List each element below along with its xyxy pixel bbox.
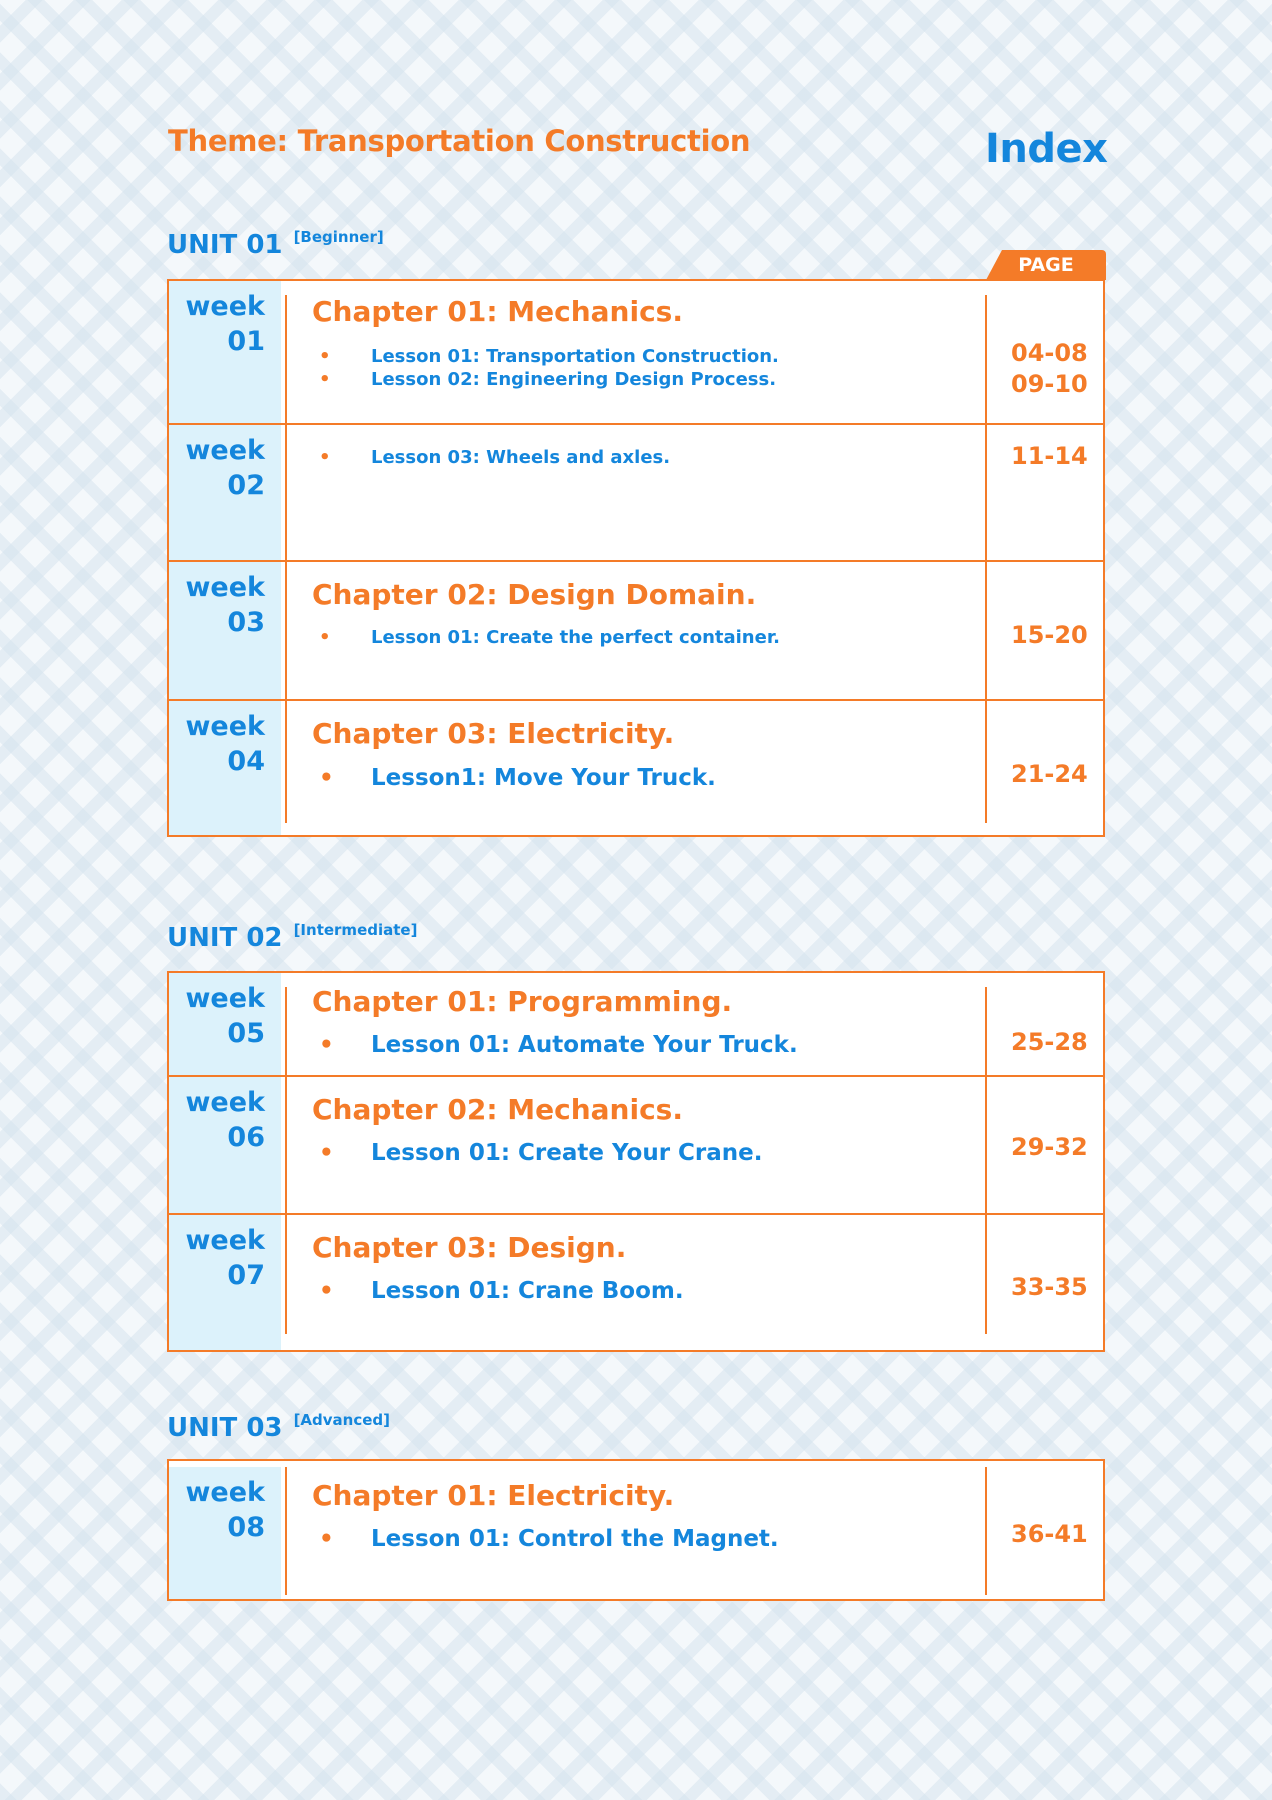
page-range: 33-35 (1011, 1273, 1088, 1301)
table-row: week 01 Chapter 01: Mechanics. Lesson 01:… (169, 281, 1103, 423)
chapter-title: Chapter 01: Mechanics. (312, 295, 683, 328)
chapter-title: Chapter 01: Programming. (312, 985, 733, 1018)
week-number: 05 (227, 1018, 265, 1049)
week-label: week (185, 291, 265, 322)
chapter-title: Chapter 01: Electricity. (312, 1479, 675, 1512)
week-label: week (185, 983, 265, 1014)
column-divider (985, 987, 987, 1075)
unit-table: week 01 Chapter 01: Mechanics. Lesson 01:… (167, 279, 1105, 837)
lesson-list: Lesson 01: Crane Boom. (319, 1276, 684, 1306)
week-number: 02 (227, 470, 265, 501)
page-range: 15-20 (1011, 621, 1088, 649)
column-divider (285, 295, 287, 423)
table-row: week 05 Chapter 01: Programming. Lesson 0… (169, 973, 1103, 1075)
page-range: 36-41 (1011, 1520, 1088, 1548)
table-row: week 06 Chapter 02: Mechanics. Lesson 01:… (169, 1075, 1103, 1213)
column-divider (285, 701, 287, 823)
table-row: week 03 Chapter 02: Design Domain. Lesson… (169, 560, 1103, 699)
lesson-item: Lesson 03: Wheels and axles. (319, 446, 670, 469)
unit-level: [Intermediate] (293, 921, 418, 939)
lesson-item: Lesson 01: Control the Magnet. (319, 1524, 779, 1554)
lesson-list: Lesson 01: Automate Your Truck. (319, 1030, 798, 1060)
lesson-list: Lesson1: Move Your Truck. (319, 763, 716, 793)
table-row: week 02 Lesson 03: Wheels and axles. 11-1… (169, 423, 1103, 560)
week-number: 04 (227, 746, 265, 777)
theme-title: Theme: Transportation Construction (168, 124, 751, 158)
unit-title: UNIT 03 [Advanced] (167, 1411, 391, 1443)
page-range: 04-08 09-10 (1011, 338, 1088, 400)
lesson-item: Lesson 01: Crane Boom. (319, 1276, 684, 1306)
column-divider (285, 1467, 287, 1595)
table-row: week 07 Chapter 03: Design. Lesson 01: Cr… (169, 1213, 1103, 1350)
week-number: 03 (227, 607, 265, 638)
table-row: week 04 Chapter 03: Electricity. Lesson1:… (169, 699, 1103, 835)
week-number: 01 (227, 326, 265, 357)
unit-name: UNIT 03 (167, 1413, 283, 1443)
unit-name: UNIT 01 (167, 230, 283, 260)
week-number: 07 (227, 1260, 265, 1291)
table-row: week 08 Chapter 01: Electricity. Lesson 0… (169, 1461, 1103, 1599)
unit-table: week 05 Chapter 01: Programming. Lesson 0… (167, 971, 1105, 1352)
page-range-text: 09-10 (1011, 370, 1088, 398)
chapter-title: Chapter 02: Design Domain. (312, 578, 757, 611)
column-divider (285, 987, 287, 1075)
column-divider (285, 425, 287, 560)
page-range: 11-14 (1011, 442, 1088, 470)
unit-level: [Beginner] (293, 228, 384, 246)
lesson-list: Lesson 01: Create Your Crane. (319, 1138, 763, 1168)
week-cell: week 01 (169, 281, 281, 423)
week-label: week (185, 572, 265, 603)
column-divider (985, 562, 987, 699)
lesson-list: Lesson 03: Wheels and axles. (319, 446, 670, 469)
column-divider (985, 701, 987, 823)
week-cell: week 04 (169, 701, 281, 835)
column-divider (985, 1077, 987, 1213)
week-cell: week 02 (169, 425, 281, 560)
column-divider (985, 1467, 987, 1595)
page-range: 29-32 (1011, 1133, 1088, 1161)
page-range: 21-24 (1011, 760, 1088, 788)
unit-title: UNIT 02 [Intermediate] (167, 921, 418, 953)
column-divider (285, 1077, 287, 1213)
index-title: Index (985, 126, 1108, 172)
week-cell: week 05 (169, 973, 281, 1075)
lesson-item: Lesson 01: Automate Your Truck. (319, 1030, 798, 1060)
page-column-tab: PAGE (986, 250, 1106, 280)
lesson-list: Lesson 01: Control the Magnet. (319, 1524, 779, 1554)
column-divider (285, 562, 287, 699)
page-range: 25-28 (1011, 1028, 1088, 1056)
week-label: week (185, 1225, 265, 1256)
week-label: week (185, 1477, 265, 1508)
chapter-title: Chapter 02: Mechanics. (312, 1093, 683, 1126)
week-label: week (185, 711, 265, 742)
unit-table: week 08 Chapter 01: Electricity. Lesson 0… (167, 1459, 1105, 1601)
week-cell: week 08 (169, 1467, 281, 1599)
column-divider (985, 425, 987, 560)
week-cell: week 03 (169, 562, 281, 699)
unit-title: UNIT 01 [Beginner] (167, 228, 384, 260)
page-range-text: 04-08 (1011, 339, 1088, 367)
lesson-item: Lesson 01: Transportation Construction. (319, 345, 779, 368)
lesson-item: Lesson 01: Create Your Crane. (319, 1138, 763, 1168)
week-number: 08 (227, 1512, 265, 1543)
week-cell: week 06 (169, 1077, 281, 1213)
chapter-title: Chapter 03: Electricity. (312, 717, 675, 750)
week-label: week (185, 1087, 265, 1118)
lesson-list: Lesson 01: Transportation Construction. … (319, 345, 779, 391)
column-divider (985, 1215, 987, 1334)
week-number: 06 (227, 1122, 265, 1153)
lesson-list: Lesson 01: Create the perfect container. (319, 626, 780, 649)
column-divider (985, 295, 987, 423)
week-cell: week 07 (169, 1215, 281, 1350)
lesson-item: Lesson 01: Create the perfect container. (319, 626, 780, 649)
lesson-item: Lesson 02: Engineering Design Process. (319, 368, 779, 391)
week-label: week (185, 435, 265, 466)
unit-level: [Advanced] (293, 1411, 391, 1429)
unit-name: UNIT 02 (167, 923, 283, 953)
chapter-title: Chapter 03: Design. (312, 1231, 627, 1264)
lesson-item: Lesson1: Move Your Truck. (319, 763, 716, 793)
column-divider (285, 1215, 287, 1334)
